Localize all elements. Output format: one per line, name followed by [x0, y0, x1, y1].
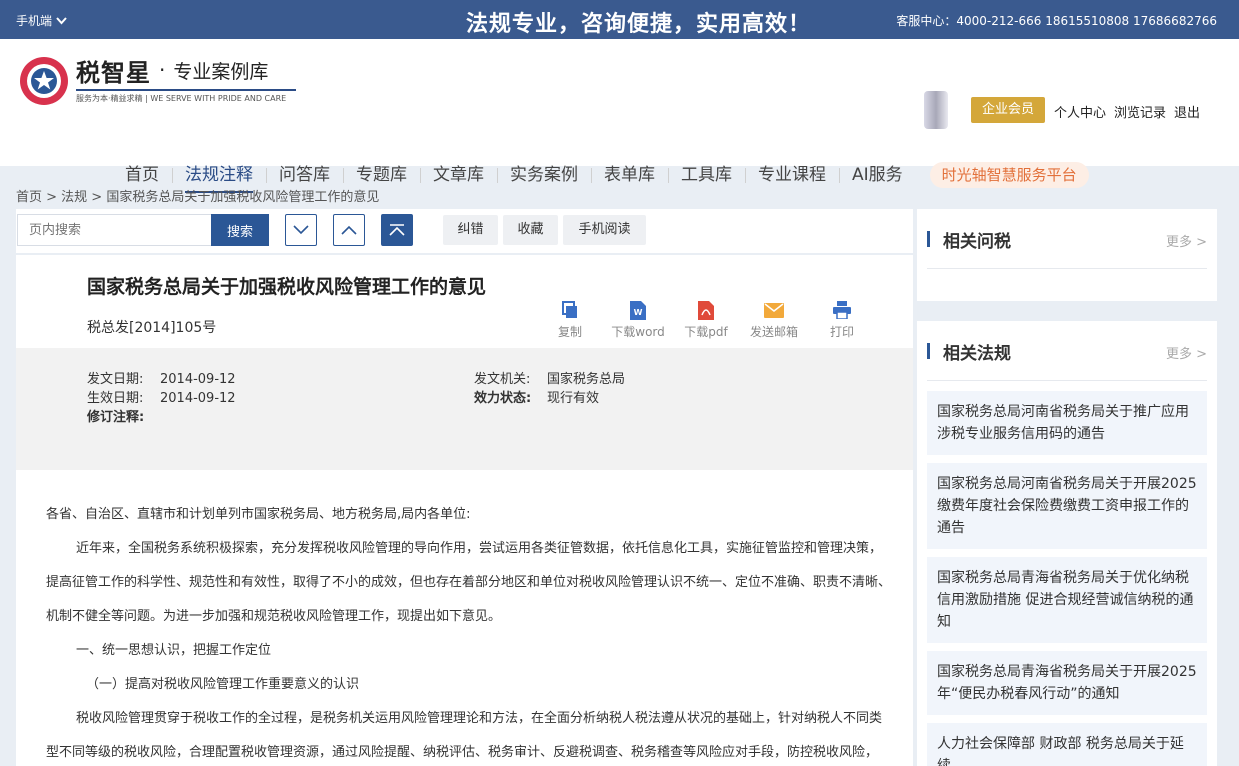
print-label: 打印 [829, 325, 854, 339]
svg-text:W: W [634, 308, 643, 317]
favorite-button[interactable]: 收藏 [503, 215, 558, 245]
related-law-item[interactable]: 国家税务总局青海省税务局关于优化纳税信用激励措施 促进合规经营诚信纳税的通知 [927, 557, 1207, 643]
page-search-input[interactable] [17, 214, 212, 246]
document-panel: 国家税务总局关于加强税收风险管理工作的意见 税总发[2014]105号 复制 W… [16, 255, 913, 766]
revision-label: 修订注释: [87, 410, 145, 425]
related-laws-panel: 相关法规 更多 > 国家税务总局河南省税务局关于推广应用涉税专业服务信用码的通告… [917, 321, 1217, 766]
browse-history-link[interactable]: 浏览记录 [1114, 102, 1166, 121]
section-heading: 一、统一思想认识，把握工作定位 [76, 643, 272, 658]
copy-label: 复制 [557, 325, 582, 339]
related-qa-header: 相关问税 更多 > [927, 209, 1207, 269]
nav-timeline-platform[interactable]: 时光轴智慧服务平台 [929, 162, 1089, 188]
related-laws-header: 相关法规 更多 > [927, 321, 1207, 381]
section-marker [927, 231, 930, 247]
issue-date-label: 发文日期: [87, 372, 144, 387]
issue-date-value: 2014-09-12 [160, 372, 236, 387]
search-button[interactable]: 搜索 [211, 214, 269, 246]
hotline: 客服中心：4000-212-666 18615510808 1768668276… [896, 14, 1217, 28]
top-bar: 手机端 法规专业，咨询便捷，实用高效！ 客服中心：4000-212-666 18… [0, 0, 1239, 39]
section-marker [927, 343, 930, 359]
slogan: 法规专业，咨询便捷，实用高效！ [466, 12, 812, 37]
related-laws-title: 相关法规 [943, 344, 1011, 364]
to-top-icon [389, 224, 405, 236]
chevron-up-icon [341, 225, 357, 235]
personal-center-link[interactable]: 个人中心 [1054, 102, 1106, 121]
effective-date-label: 生效日期: [87, 391, 144, 406]
related-law-item[interactable]: 国家税务总局河南省税务局关于推广应用涉税专业服务信用码的通告 [927, 391, 1207, 455]
logo-icon [18, 55, 70, 107]
enterprise-member-button[interactable]: 企业会员 [971, 97, 1045, 123]
nav-courses[interactable]: 专业课程 [745, 160, 839, 190]
logo-subtitle: 专业案例库 [173, 60, 269, 83]
related-qa-panel: 相关问税 更多 > [917, 209, 1217, 301]
back-to-top-button[interactable] [381, 214, 413, 246]
next-match-button[interactable] [285, 214, 317, 246]
issue-date-row: 发文日期: 2014-09-12 [87, 368, 236, 387]
chevron-down-icon [56, 16, 67, 24]
prev-match-button[interactable] [333, 214, 365, 246]
effective-date-value: 2014-09-12 [160, 391, 236, 406]
logo[interactable]: 税智星 · 专业案例库 服务为本·精益求精 | WE SERVE WITH PR… [18, 55, 296, 107]
body-salutation: 各省、自治区、直辖市和计划单列市国家税务局、地方税务局,局内各单位: [46, 507, 471, 522]
document-number: 税总发[2014]105号 [87, 320, 217, 336]
copy-icon [562, 301, 577, 318]
download-pdf-label: 下载pdf [684, 325, 728, 339]
subsection-heading: （一）提高对税收风险管理工作重要意义的认识 [86, 677, 360, 692]
related-qa-title: 相关问税 [943, 232, 1011, 252]
related-law-item[interactable]: 国家税务总局河南省税务局关于开展2025缴费年度社会保险费缴费工资申报工作的通告 [927, 463, 1207, 549]
document-meta: 发文日期: 2014-09-12 生效日期: 2014-09-12 修订注释: 发文… [16, 348, 913, 470]
nav-forms[interactable]: 表单库 [591, 160, 668, 190]
body-paragraph: 税收风险管理贯穿于税收工作的全过程，是税务机关运用风险管理理论和方法，在全面分析… [46, 711, 883, 760]
status-row: 效力状态: 现行有效 [474, 387, 599, 406]
copy-action[interactable]: 复制 [536, 299, 604, 340]
download-pdf-action[interactable]: 下载pdf [672, 299, 740, 340]
report-error-button[interactable]: 纠错 [443, 215, 498, 245]
avatar[interactable] [924, 91, 948, 129]
mobile-read-button[interactable]: 手机阅读 [563, 215, 646, 245]
print-icon [833, 301, 851, 319]
issuer-row: 发文机关: 国家税务总局 [474, 368, 625, 387]
related-law-item[interactable]: 国家税务总局青海省税务局关于开展2025年“便民办税春风行动”的通知 [927, 651, 1207, 715]
breadcrumb: 首页 > 法规 > 国家税务总局关于加强税收风险管理工作的意见 [16, 190, 380, 205]
mobile-label: 手机端 [16, 14, 53, 28]
send-email-action[interactable]: 发送邮箱 [740, 299, 808, 340]
download-word-action[interactable]: W 下载word [604, 299, 672, 340]
related-qa-more-link[interactable]: 更多 > [1166, 231, 1207, 250]
logo-tagline: 服务为本·精益求精 | WE SERVE WITH PRIDE AND CARE [76, 89, 296, 104]
issuer-value: 国家税务总局 [547, 372, 626, 387]
document-actions: 复制 W 下载word 下载pdf 发送邮箱 打印 [536, 299, 876, 340]
download-word-label: 下载word [611, 325, 665, 339]
logo-separator: · [159, 58, 166, 82]
doc-toolbar: 搜索 纠错 收藏 手机阅读 [16, 209, 913, 253]
nav-ai-service[interactable]: AI服务 [839, 160, 916, 190]
document-title: 国家税务总局关于加强税收风险管理工作的意见 [87, 276, 487, 298]
site-header: 税智星 · 专业案例库 服务为本·精益求精 | WE SERVE WITH PR… [0, 39, 1239, 193]
issuer-label: 发文机关: [474, 372, 531, 387]
chevron-down-icon [293, 225, 309, 235]
body-paragraph: 近年来，全国税务系统积极探索，充分发挥税收风险管理的导向作用，尝试运用各类征管数… [46, 541, 892, 624]
document-body: 各省、自治区、直辖市和计划单列市国家税务局、地方税务局,局内各单位: 近年来，全… [46, 498, 891, 766]
pdf-icon [698, 300, 714, 320]
status-value: 现行有效 [547, 391, 600, 406]
effective-date-row: 生效日期: 2014-09-12 [87, 387, 236, 406]
status-label: 效力状态: [474, 391, 532, 406]
revision-row: 修订注释: [87, 406, 160, 425]
nav-tools[interactable]: 工具库 [668, 160, 745, 190]
nav-cases[interactable]: 实务案例 [497, 160, 591, 190]
word-icon: W [630, 300, 646, 320]
print-action[interactable]: 打印 [808, 299, 876, 340]
logo-brand: 税智星 [76, 57, 151, 87]
mobile-link[interactable]: 手机端 [16, 12, 67, 29]
logout-link[interactable]: 退出 [1174, 102, 1200, 121]
related-laws-more-link[interactable]: 更多 > [1166, 343, 1207, 362]
user-links: 个人中心 浏览记录 退出 [1054, 102, 1200, 121]
related-law-item[interactable]: 人力社会保障部 财政部 税务总局关于延续 [927, 723, 1207, 766]
nav-articles[interactable]: 文章库 [420, 160, 497, 190]
send-email-label: 发送邮箱 [749, 325, 798, 339]
mail-icon [764, 302, 784, 318]
